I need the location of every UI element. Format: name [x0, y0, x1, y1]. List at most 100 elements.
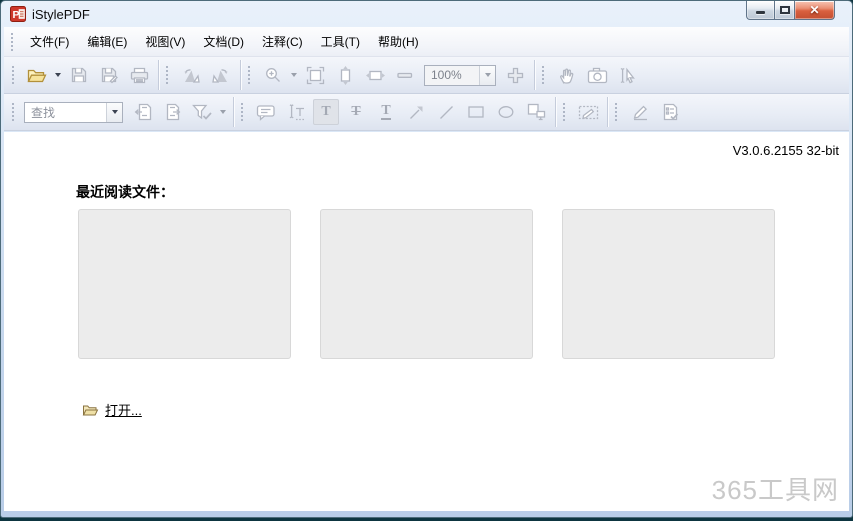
fit-page-button[interactable] — [302, 62, 328, 88]
toolbar-grip[interactable] — [12, 103, 15, 121]
maximize-button[interactable] — [774, 1, 795, 20]
find-previous-icon — [134, 103, 151, 121]
line-annotation-button[interactable] — [433, 99, 459, 125]
recent-files-row — [78, 209, 775, 359]
recent-file-slot — [562, 209, 775, 359]
find-next-icon — [166, 103, 180, 121]
zoom-level-combobox[interactable]: 100% — [424, 64, 496, 86]
toolbar-grip[interactable] — [615, 103, 618, 121]
find-input-value[interactable]: 查找 — [25, 103, 106, 122]
close-button[interactable]: ✕ — [794, 1, 835, 20]
toolbar-separator — [607, 97, 608, 127]
menu-file[interactable]: 文件(F) — [21, 29, 78, 54]
find-previous-button[interactable] — [129, 99, 155, 125]
hand-tool-button[interactable] — [554, 62, 580, 88]
toolbar-separator — [233, 97, 234, 127]
rotate-left-button[interactable] — [178, 62, 204, 88]
toolbar-separator — [534, 60, 535, 90]
open-dropdown-button[interactable] — [52, 62, 64, 88]
strikeout-text-button[interactable]: T — [343, 99, 369, 125]
comment-toolbar: 查找 T T T — [4, 94, 849, 131]
zoom-in-button[interactable] — [502, 62, 528, 88]
signature-field-icon — [578, 105, 598, 119]
line-annotation-icon — [439, 105, 453, 119]
zoom-combo-dropdown[interactable] — [479, 65, 495, 85]
menu-tools[interactable]: 工具(T) — [312, 29, 369, 54]
menu-document[interactable]: 文档(D) — [194, 29, 253, 54]
arrow-annotation-button[interactable] — [403, 99, 429, 125]
sign-pencil-icon — [633, 105, 647, 121]
titlebar: P iStylePDF ✕ — [1, 1, 852, 27]
watermark-text: 365工具网 — [711, 475, 839, 505]
select-tool-icon — [620, 67, 635, 83]
zoom-in-tool-button[interactable] — [260, 62, 286, 88]
media-annotation-button[interactable] — [523, 99, 549, 125]
zoom-out-button[interactable] — [392, 62, 418, 88]
toolbar-grip[interactable] — [563, 103, 566, 121]
menu-view[interactable]: 视图(V) — [136, 29, 194, 54]
sign-pencil-button[interactable] — [627, 99, 653, 125]
signature-field-button[interactable] — [575, 99, 601, 125]
fit-height-button[interactable] — [332, 62, 358, 88]
fit-height-icon — [340, 65, 350, 85]
toolbar-grip[interactable] — [241, 103, 244, 121]
find-next-button[interactable] — [159, 99, 185, 125]
annotation-tool-group: T T T — [251, 94, 551, 130]
note-comment-button[interactable] — [253, 99, 279, 125]
highlight-text-icon: T — [321, 104, 331, 119]
filter-dropdown-button[interactable] — [217, 99, 229, 125]
toolbar-grip[interactable] — [166, 66, 169, 84]
text-select-icon — [289, 104, 305, 121]
zoom-out-icon — [397, 72, 413, 78]
rectangle-annotation-button[interactable] — [463, 99, 489, 125]
open-file-row: 打开... — [82, 400, 142, 419]
form-verify-icon — [663, 103, 678, 121]
rotate-right-button[interactable] — [208, 62, 234, 88]
form-verify-button[interactable] — [657, 99, 683, 125]
select-tool-button[interactable] — [614, 62, 640, 88]
find-combo-dropdown[interactable] — [106, 102, 122, 122]
app-window: P iStylePDF ✕ 文件(F) 编辑(E) 视图(V) 文档(D) 注释… — [0, 0, 853, 518]
recent-file-slot — [320, 209, 533, 359]
rectangle-annotation-icon — [468, 106, 484, 118]
zoom-dropdown-button[interactable] — [288, 62, 300, 88]
zoom-dropdown-icon — [291, 73, 297, 77]
open-dropdown-icon — [55, 73, 61, 77]
file-tool-group — [22, 57, 154, 93]
open-file-link[interactable]: 打开... — [105, 400, 142, 419]
menu-comment[interactable]: 注释(C) — [253, 29, 312, 54]
toolbar-grip[interactable] — [12, 66, 15, 84]
ellipse-annotation-button[interactable] — [493, 99, 519, 125]
toolbar-grip[interactable] — [248, 66, 251, 84]
fit-page-icon — [306, 66, 324, 84]
toolbar-grip[interactable] — [542, 66, 545, 84]
snapshot-button[interactable] — [584, 62, 610, 88]
main-toolbar: 100% — [4, 57, 849, 94]
toolbar-separator — [240, 60, 241, 90]
text-select-button[interactable] — [283, 99, 309, 125]
open-button[interactable] — [24, 62, 50, 88]
print-button[interactable] — [126, 62, 152, 88]
underline-text-button[interactable]: T — [373, 99, 399, 125]
underline-text-icon: T — [381, 103, 391, 120]
find-combobox[interactable]: 查找 — [24, 101, 123, 123]
fit-width-button[interactable] — [362, 62, 388, 88]
minimize-icon — [756, 11, 765, 14]
minimize-button[interactable] — [746, 1, 775, 20]
print-icon — [130, 67, 148, 83]
ellipse-annotation-icon — [498, 106, 514, 118]
filter-check-button[interactable] — [189, 99, 215, 125]
save-as-button[interactable] — [96, 62, 122, 88]
zoom-level-value[interactable]: 100% — [425, 66, 479, 85]
signature-field-group — [573, 94, 603, 130]
menubar-grip[interactable] — [11, 32, 14, 51]
save-button[interactable] — [66, 62, 92, 88]
menu-edit[interactable]: 编辑(E) — [78, 29, 136, 54]
zoom-tool-group: 100% — [258, 57, 530, 93]
toolbar-separator — [158, 60, 159, 90]
rotate-left-icon — [184, 68, 200, 83]
recent-file-slot — [78, 209, 291, 359]
menu-help[interactable]: 帮助(H) — [369, 29, 428, 54]
highlight-text-button[interactable]: T — [313, 99, 339, 125]
sign-tool-group — [625, 94, 685, 130]
